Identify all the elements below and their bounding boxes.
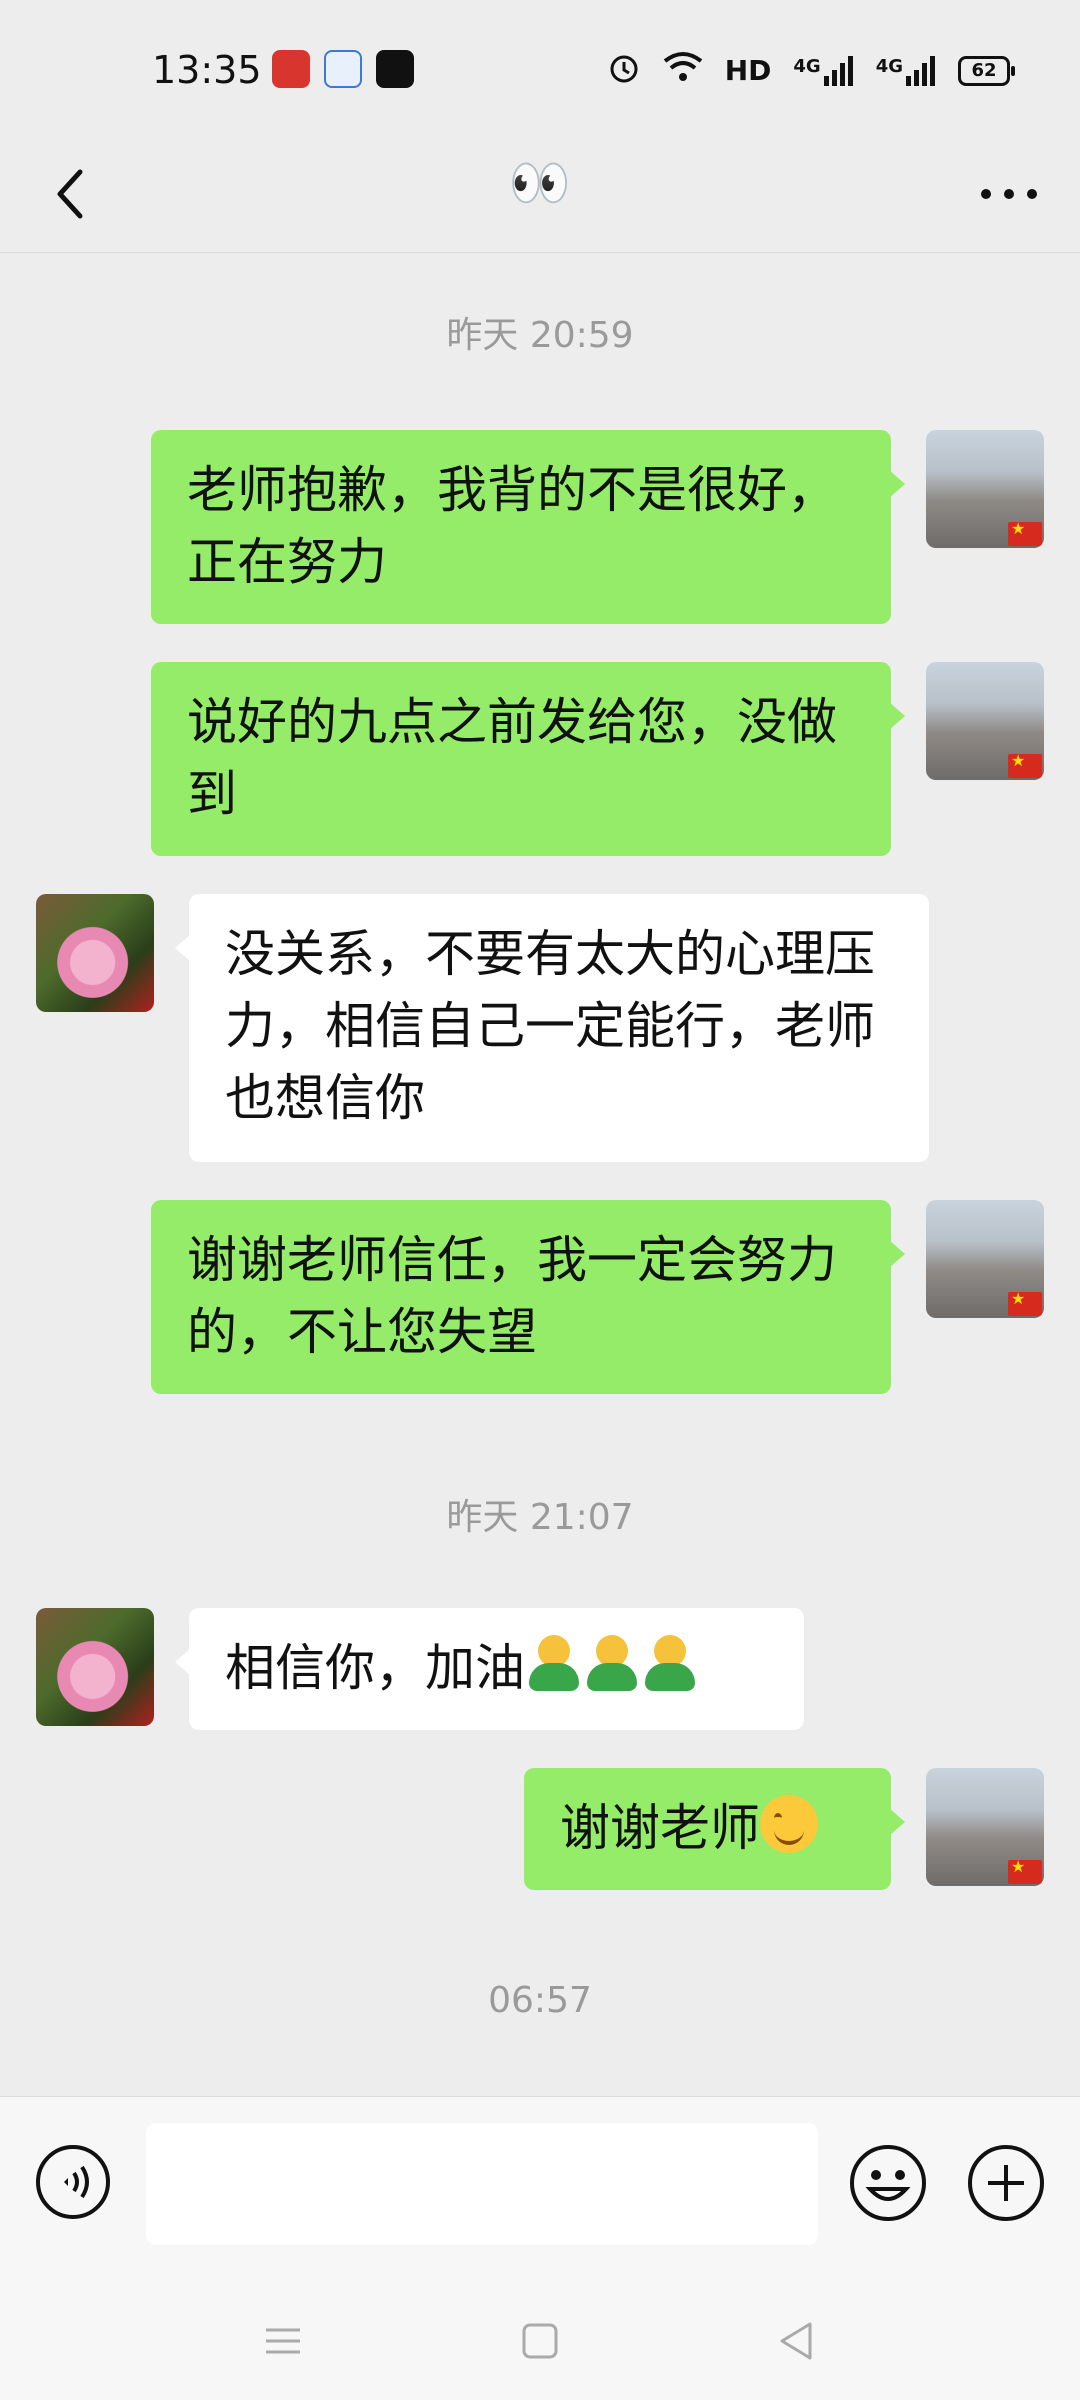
message-input[interactable] [146, 2123, 818, 2245]
status-bar: 13:35 HD 4G 4G 62 [0, 0, 1080, 140]
tiktok-notification-icon [376, 50, 414, 88]
person-emoji-icon [583, 1635, 641, 1693]
message-bubble-received[interactable]: 相信你，加油 [175, 1608, 804, 1730]
signal-icon: 4G [793, 55, 853, 86]
message-text: 谢谢老师 [560, 1799, 760, 1857]
china-flag-icon [1008, 1857, 1042, 1884]
person-emoji-icon [525, 1635, 583, 1693]
china-flag-icon [1008, 751, 1042, 778]
status-time: 13:35 [152, 48, 262, 92]
home-icon[interactable] [515, 2316, 565, 2366]
message-bubble-sent[interactable]: 说好的九点之前发给您，没做到 [151, 662, 905, 856]
message-bubble-sent[interactable]: 谢谢老师 [524, 1768, 905, 1890]
avatar-self[interactable] [926, 1200, 1044, 1318]
smiling-face-emoji-icon [760, 1795, 818, 1853]
input-bar [0, 2096, 1080, 2287]
message-bubble-sent[interactable]: 谢谢老师信任，我一定会努力的，不让您失望 [151, 1200, 905, 1394]
signal-label: 4G [793, 55, 821, 77]
menu-icon[interactable] [258, 2316, 308, 2366]
avatar-teacher[interactable] [36, 894, 154, 1012]
avatar-self[interactable] [926, 662, 1044, 780]
timestamp: 昨天 20:59 [446, 315, 634, 356]
status-indicators: HD 4G 4G 62 [607, 50, 1015, 91]
system-navigation-bar [0, 2286, 1080, 2400]
more-icon[interactable] [974, 164, 1044, 224]
timestamp: 06:57 [488, 1980, 592, 2021]
signal-label: 4G [875, 55, 903, 77]
message-bubble-received[interactable]: 没关系，不要有太大的心理压力，相信自己一定能行，老师也想信你 [175, 894, 929, 1162]
browser-notification-icon [324, 50, 362, 88]
wifi-icon [663, 51, 703, 90]
back-nav-icon[interactable] [772, 2316, 822, 2366]
message-bubble-sent[interactable]: 老师抱歉，我背的不是很好，正在努力 [151, 430, 905, 624]
plus-icon[interactable] [966, 2143, 1046, 2223]
china-flag-icon [1008, 1289, 1042, 1316]
avatar-self[interactable] [926, 1768, 1044, 1886]
signal-icon: 4G [875, 55, 936, 86]
chat-header: 👀 [0, 140, 1080, 253]
hd-label: HD [724, 54, 772, 87]
app-notification-icon [272, 50, 310, 88]
person-emoji-icon [641, 1635, 699, 1693]
emoji-icon[interactable] [848, 2143, 928, 2223]
chat-title: 👀 [508, 154, 572, 212]
voice-icon[interactable] [34, 2143, 112, 2221]
message-text: 相信你，加油 [225, 1639, 525, 1697]
timestamp: 昨天 21:07 [446, 1497, 634, 1538]
avatar-teacher[interactable] [36, 1608, 154, 1726]
china-flag-icon [1008, 519, 1042, 546]
alarm-icon [607, 50, 641, 91]
battery-icon: 62 [958, 55, 1015, 86]
avatar-self[interactable] [926, 430, 1044, 548]
